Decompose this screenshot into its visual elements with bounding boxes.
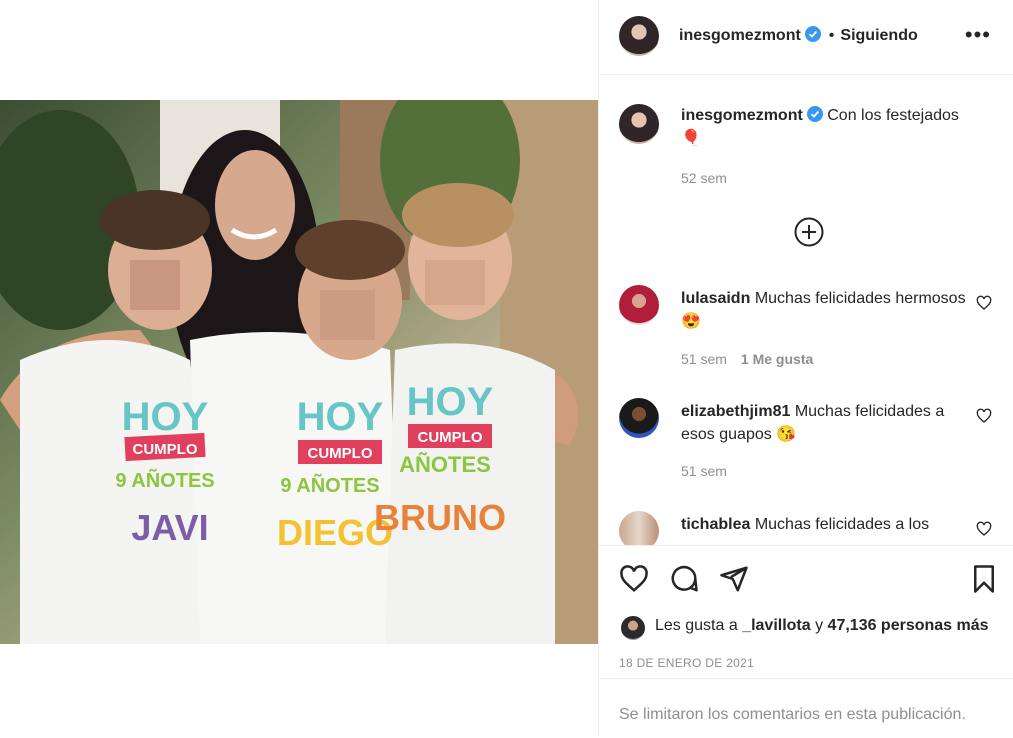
svg-text:HOY: HOY	[297, 395, 384, 439]
photo-illustration: HOY CUMPLO 9 AÑOTES JAVI HOY CUMPLO 9 AÑ…	[0, 100, 598, 644]
like-comment-heart-icon[interactable]	[976, 295, 992, 311]
comment-text: tichablea Muchas felicidades a los	[681, 513, 981, 536]
likes-count[interactable]: 47,136 personas más	[828, 617, 989, 634]
shirt-name-1: JAVI	[131, 507, 208, 548]
share-send-icon[interactable]	[719, 564, 749, 594]
svg-text:CUMPLO: CUMPLO	[308, 445, 373, 462]
verified-badge-icon	[806, 106, 823, 122]
comment-meta: 51 sem	[681, 463, 727, 479]
comment-item: lulasaidn Muchas felicidades hermosos 😍 …	[619, 285, 992, 375]
comment-time[interactable]: 51 sem	[681, 463, 727, 479]
comment-item: elizabethjim81 Muchas felicidades a esos…	[619, 398, 992, 488]
svg-text:CUMPLO: CUMPLO	[133, 441, 198, 458]
post-sidebar: inesgomezmont • Siguiendo ••• inesgomezmon…	[598, 0, 1013, 737]
liker-avatar[interactable]	[621, 616, 645, 640]
svg-text:9 AÑOTES: 9 AÑOTES	[280, 474, 379, 497]
shirt-name-3: BRUNO	[374, 497, 506, 538]
separator-dot: •	[828, 27, 835, 44]
like-heart-icon[interactable]	[619, 564, 649, 594]
comment-meta: 51 sem 1 Me gusta	[681, 351, 813, 367]
balloon-emoji: 🎈	[681, 130, 701, 147]
caption-entry: inesgomezmont Con los festejados 🎈 52 se…	[619, 102, 989, 222]
comment-text: lulasaidn Muchas felicidades hermosos 😍	[681, 287, 981, 333]
author-username[interactable]: inesgomezmont	[679, 27, 801, 44]
comment-bubble-icon[interactable]	[669, 564, 699, 594]
post-actions: Les gusta a _lavillota y 47,136 personas…	[599, 545, 1013, 686]
like-comment-heart-icon[interactable]	[976, 408, 992, 424]
shirt-hoy-1: HOY	[122, 395, 209, 439]
comments-scroll-area[interactable]: inesgomezmont Con los festejados 🎈 52 se…	[599, 75, 1013, 545]
post-date[interactable]: 18 DE ENERO DE 2021	[619, 656, 754, 670]
likes-middle: y	[810, 617, 828, 634]
comment-body: Muchas felicidades a los	[754, 516, 930, 533]
save-bookmark-icon[interactable]	[969, 564, 999, 594]
verified-badge-icon	[804, 26, 821, 42]
svg-text:9 AÑOTES: 9 AÑOTES	[115, 469, 214, 492]
author-line: inesgomezmont • Siguiendo	[679, 26, 918, 45]
caption-text: inesgomezmont Con los festejados 🎈	[681, 104, 981, 150]
comment-likes[interactable]: 1 Me gusta	[741, 351, 813, 367]
commenter-avatar[interactable]	[619, 285, 659, 325]
caption-avatar[interactable]	[619, 104, 659, 144]
svg-text:AÑOTES: AÑOTES	[399, 452, 491, 477]
comment-text: elizabethjim81 Muchas felicidades a esos…	[681, 400, 981, 446]
comments-limited-notice: Se limitaron los comentarios en esta pub…	[619, 706, 966, 723]
comment-username[interactable]: tichablea	[681, 516, 750, 533]
caption-time[interactable]: 52 sem	[681, 170, 727, 186]
like-comment-heart-icon[interactable]	[976, 521, 992, 537]
more-options-icon[interactable]: •••	[965, 22, 991, 48]
caption-body: Con los festejados	[827, 107, 959, 124]
post-header: inesgomezmont • Siguiendo •••	[599, 0, 1013, 75]
svg-text:CUMPLO: CUMPLO	[418, 429, 483, 446]
comment-username[interactable]: lulasaidn	[681, 290, 750, 307]
following-button[interactable]: Siguiendo	[840, 27, 917, 44]
svg-text:HOY: HOY	[407, 380, 494, 424]
post-photo[interactable]: HOY CUMPLO 9 AÑOTES JAVI HOY CUMPLO 9 AÑ…	[0, 100, 598, 644]
author-avatar[interactable]	[619, 16, 659, 56]
likes-summary: Les gusta a _lavillota y 47,136 personas…	[655, 617, 989, 635]
comments-disabled-footer: Se limitaron los comentarios en esta pub…	[599, 678, 1013, 738]
post-media-area: HOY CUMPLO 9 AÑOTES JAVI HOY CUMPLO 9 AÑ…	[0, 0, 598, 737]
liker-username[interactable]: _lavillota	[742, 617, 810, 634]
comment-item: tichablea Muchas felicidades a los	[619, 511, 992, 545]
comment-username[interactable]: elizabethjim81	[681, 403, 790, 420]
caption-username[interactable]: inesgomezmont	[681, 107, 803, 124]
comment-time[interactable]: 51 sem	[681, 351, 727, 367]
likes-prefix: Les gusta a	[655, 617, 743, 634]
commenter-avatar[interactable]	[619, 511, 659, 545]
commenter-avatar[interactable]	[619, 398, 659, 438]
load-more-comments-icon[interactable]	[793, 216, 825, 248]
